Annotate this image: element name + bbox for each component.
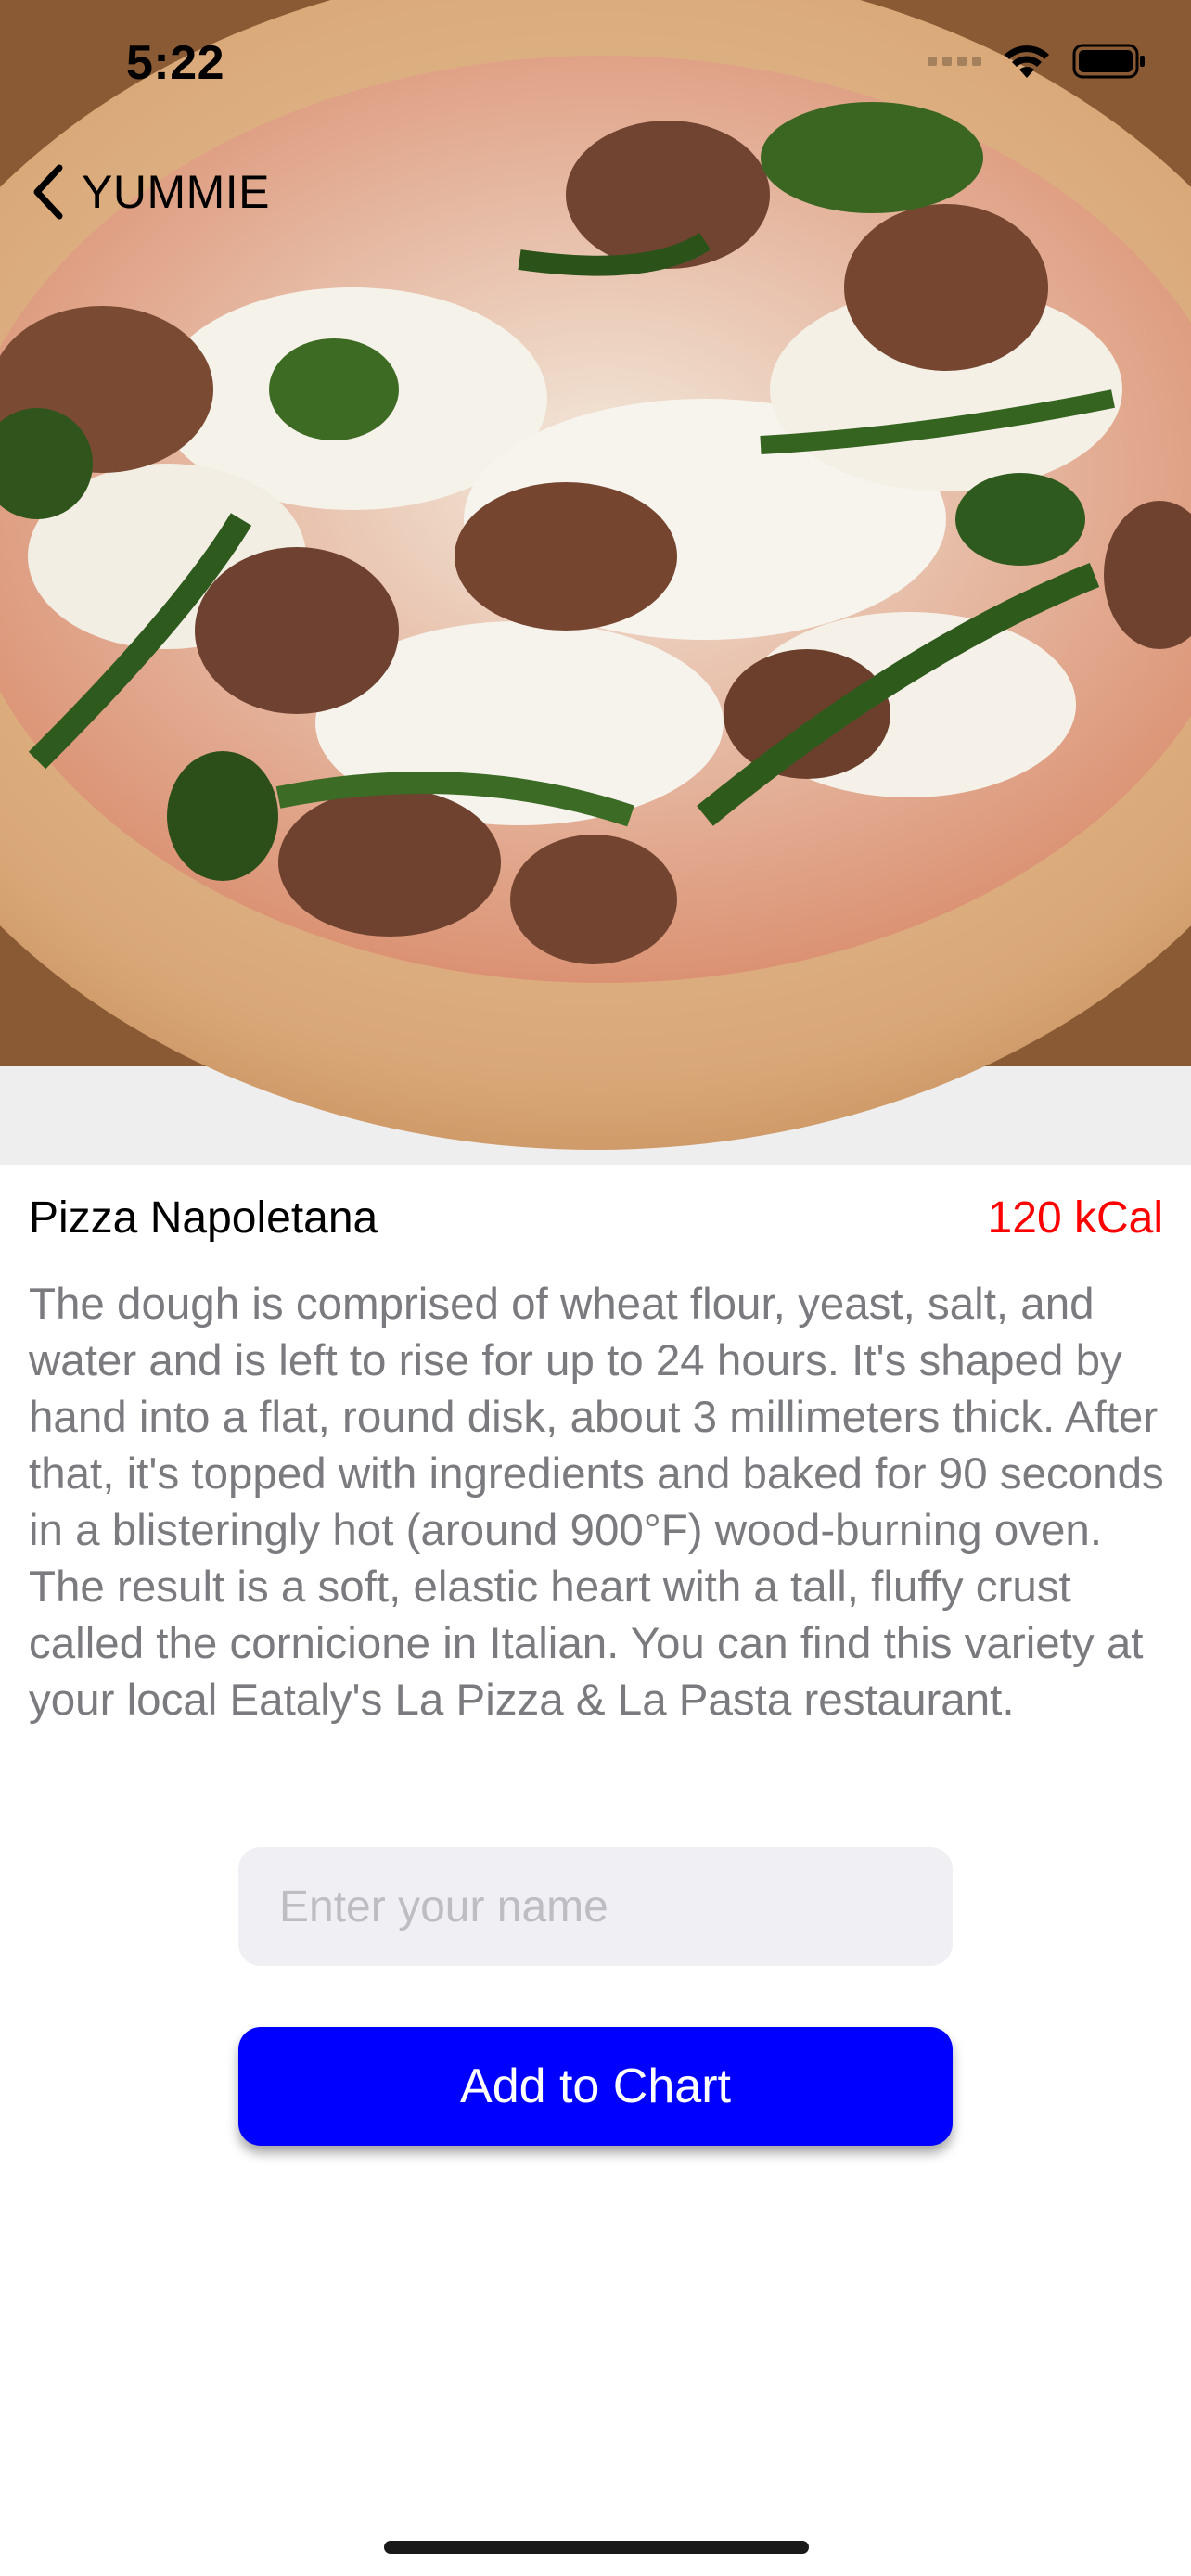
item-title: Pizza Napoletana	[29, 1193, 378, 1243]
food-detail-screen: 5:22 YUMMIE Pizza Napoletana 120 kCal Th…	[0, 0, 1191, 2576]
battery-icon	[1072, 44, 1145, 79]
chevron-left-icon	[33, 164, 63, 220]
status-icons	[928, 43, 1146, 80]
back-button-label: YUMMIE	[82, 166, 270, 218]
cellular-signal-icon	[928, 57, 981, 66]
home-indicator[interactable]	[384, 2541, 809, 2554]
status-time: 5:22	[126, 36, 225, 90]
back-button[interactable]: YUMMIE	[28, 159, 270, 224]
item-calories: 120 kCal	[987, 1193, 1163, 1243]
name-input[interactable]	[238, 1847, 953, 1966]
add-to-chart-button[interactable]: Add to Chart	[238, 2027, 953, 2146]
title-row: Pizza Napoletana 120 kCal	[29, 1192, 1163, 1243]
wifi-icon	[1005, 45, 1049, 78]
item-description: The dough is comprised of wheat flour, y…	[29, 1280, 1164, 1725]
